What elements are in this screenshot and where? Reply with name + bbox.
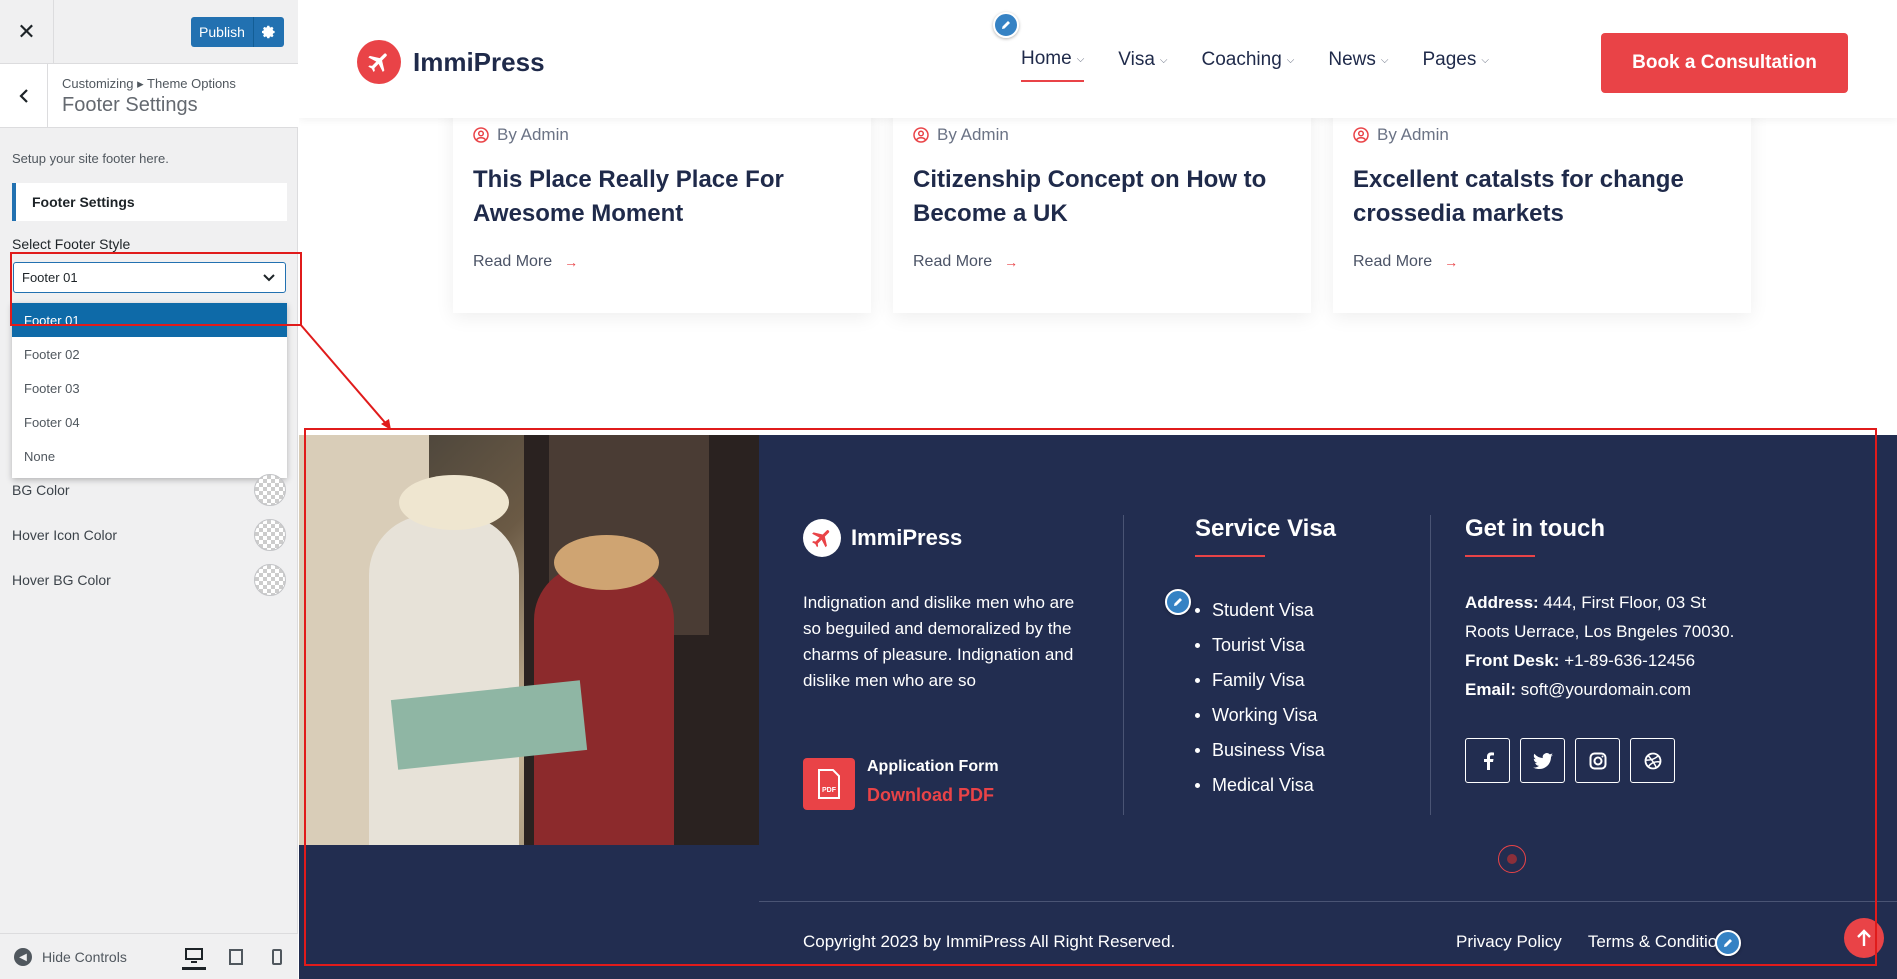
nav-label: Coaching bbox=[1201, 49, 1282, 70]
chevron-down-icon: ⌵ bbox=[1286, 54, 1295, 66]
brand-name: ImmiPress bbox=[413, 46, 545, 77]
nav-label: Visa bbox=[1118, 49, 1155, 70]
pencil-icon bbox=[1002, 21, 1010, 29]
nav-item-news[interactable]: News ⌵ bbox=[1328, 48, 1388, 82]
chevron-down-icon: ⌵ bbox=[1380, 54, 1389, 66]
chevron-down-icon: ⌵ bbox=[1159, 54, 1168, 66]
site-header: ImmiPress Home ⌵ Visa ⌵ Coaching ⌵ News ⌵ Pa… bbox=[299, 0, 1897, 118]
site-logo[interactable]: ImmiPress bbox=[357, 40, 545, 84]
nav-item-pages[interactable]: Pages ⌵ bbox=[1422, 48, 1488, 82]
main-nav: Home ⌵ Visa ⌵ Coaching ⌵ News ⌵ Pages ⌵ bbox=[1021, 48, 1489, 82]
nav-label: News bbox=[1328, 49, 1376, 70]
chevron-down-icon: ⌵ bbox=[1481, 54, 1489, 66]
nav-label: Home bbox=[1021, 48, 1072, 69]
nav-item-home[interactable]: Home ⌵ bbox=[1021, 48, 1085, 82]
nav-label: Pages bbox=[1422, 49, 1477, 70]
airplane-logo-icon bbox=[357, 40, 401, 84]
annotation-arrow bbox=[299, 323, 391, 430]
nav-item-visa[interactable]: Visa ⌵ bbox=[1118, 48, 1167, 82]
nav-item-coaching[interactable]: Coaching ⌵ bbox=[1202, 48, 1295, 82]
edit-shortcut[interactable] bbox=[993, 12, 1019, 38]
book-consultation-button[interactable]: Book a Consultation bbox=[1601, 33, 1848, 93]
chevron-down-icon: ⌵ bbox=[1076, 53, 1085, 65]
